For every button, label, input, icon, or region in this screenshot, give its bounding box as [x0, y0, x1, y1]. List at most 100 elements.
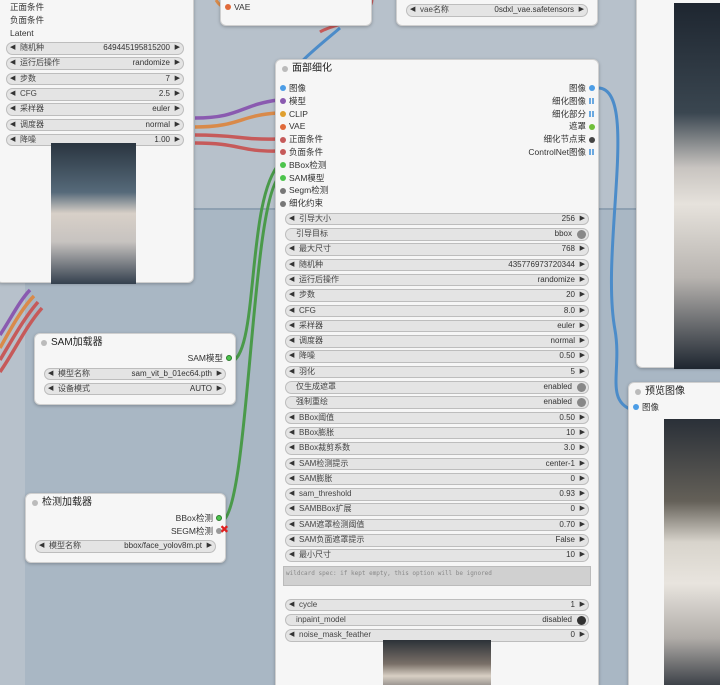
widget-设备模式[interactable]: ◀ 设备模式 AUTO ▶: [44, 382, 226, 396]
widget-采样器[interactable]: ◀ 采样器 euler ▶: [285, 319, 589, 333]
widget-随机种[interactable]: ◀ 随机种 649445195815200 ▶: [6, 42, 184, 55]
decrement-arrow[interactable]: ◀: [10, 89, 15, 100]
widget-最小尺寸[interactable]: ◀ 最小尺寸 10 ▶: [285, 549, 589, 562]
widget-最大尺寸[interactable]: ◀ 最大尺寸 768 ▶: [285, 243, 589, 256]
widget-bbox膨胀[interactable]: ◀ BBox膨胀 10 ▶: [285, 426, 589, 440]
decrement-arrow[interactable]: ◀: [10, 135, 15, 146]
decrement-arrow[interactable]: ◀: [289, 275, 294, 286]
increment-arrow[interactable]: ▶: [580, 459, 585, 470]
increment-arrow[interactable]: ▶: [175, 74, 180, 85]
widget-调度器[interactable]: ◀ 调度器 normal ▶: [285, 335, 589, 348]
collapse-dot[interactable]: [282, 66, 288, 72]
decrement-arrow[interactable]: ◀: [289, 351, 294, 362]
increment-arrow[interactable]: ▶: [175, 120, 180, 131]
decrement-arrow[interactable]: ◀: [289, 504, 294, 515]
widget-调度器[interactable]: ◀ 调度器 normal ▶: [6, 118, 184, 132]
input-slot[interactable]: 正面条件: [276, 133, 436, 146]
decrement-arrow[interactable]: ◀: [289, 535, 294, 546]
decrement-arrow[interactable]: ◀: [289, 413, 294, 424]
increment-arrow[interactable]: ▶: [175, 58, 180, 69]
collapse-dot[interactable]: [32, 500, 38, 506]
node-title[interactable]: 面部细化: [276, 60, 598, 78]
decrement-arrow[interactable]: ◀: [289, 459, 294, 470]
widget-sambbox扩展[interactable]: ◀ SAMBBox扩展 0 ▶: [285, 503, 589, 516]
widget-sam检测提示[interactable]: ◀ SAM检测提示 center-1 ▶: [285, 457, 589, 471]
decrement-arrow[interactable]: ◀: [10, 120, 15, 131]
output-slot[interactable]: 细化图像: [438, 95, 598, 108]
decrement-arrow[interactable]: ◀: [289, 428, 294, 439]
decrement-arrow[interactable]: ◀: [39, 541, 44, 552]
decrement-arrow[interactable]: ◀: [48, 384, 53, 395]
widget-bbox阈值[interactable]: ◀ BBox阈值 0.50 ▶: [285, 411, 589, 425]
widget-采样器[interactable]: ◀ 采样器 euler ▶: [6, 103, 184, 116]
widget-cfg[interactable]: ◀ CFG 2.5 ▶: [6, 88, 184, 101]
input-slot[interactable]: 细化约束: [276, 197, 436, 210]
widget-步数[interactable]: ◀ 步数 7 ▶: [6, 72, 184, 86]
increment-arrow[interactable]: ▶: [580, 275, 585, 286]
increment-arrow[interactable]: ▶: [580, 520, 585, 531]
increment-arrow[interactable]: ▶: [207, 541, 212, 552]
widget-引导大小[interactable]: ◀ 引导大小 256 ▶: [285, 212, 589, 226]
vae-loader-node[interactable]: ◀ vae名称 0sdxl_vae.safetensors ▶: [396, 0, 598, 26]
widget-降噪[interactable]: ◀ 降噪 0.50 ▶: [285, 350, 589, 363]
decrement-arrow[interactable]: ◀: [289, 290, 294, 301]
decrement-arrow[interactable]: ◀: [289, 336, 294, 347]
increment-arrow[interactable]: ▶: [580, 489, 585, 500]
decrement-arrow[interactable]: ◀: [10, 104, 15, 115]
widget-引导目标[interactable]: 引导目标 bbox: [285, 228, 589, 241]
decrement-arrow[interactable]: ◀: [289, 306, 294, 317]
input-slot[interactable]: 模型: [276, 95, 436, 108]
widget-羽化[interactable]: ◀ 羽化 5 ▶: [285, 365, 589, 379]
output-negative[interactable]: 负面条件: [0, 14, 193, 27]
output-slot[interactable]: 细化节点束: [438, 133, 598, 146]
input-slot[interactable]: SAM模型: [276, 172, 436, 185]
increment-arrow[interactable]: ▶: [580, 550, 585, 561]
increment-arrow[interactable]: ▶: [217, 384, 222, 395]
decrement-arrow[interactable]: ◀: [289, 600, 294, 611]
increment-arrow[interactable]: ▶: [580, 336, 585, 347]
node-title[interactable]: 预览图像: [629, 383, 720, 401]
increment-arrow[interactable]: ▶: [580, 474, 585, 485]
decrement-arrow[interactable]: ◀: [289, 244, 294, 255]
output-slot[interactable]: 图像: [438, 82, 598, 95]
decrement-arrow[interactable]: ◀: [289, 520, 294, 531]
node-canvas[interactable]: 正面条件 负面条件 Latent ◀ 随机种 649445195815200 ▶ ◀ 运行…: [0, 0, 720, 685]
face-detailer-node[interactable]: 面部细化 图像 模型 CLIP VAE 正面条件 负面条件 BBox检测 SAM模型 Segm检…: [275, 59, 599, 685]
input-slot[interactable]: Segm检测: [276, 184, 436, 197]
output-slot[interactable]: ControlNet图像: [438, 146, 598, 159]
increment-arrow[interactable]: ▶: [580, 630, 585, 641]
increment-arrow[interactable]: ▶: [580, 306, 585, 317]
output-bbox-detector[interactable]: BBox检测: [26, 512, 225, 525]
widget-sam负面遮罩提示[interactable]: ◀ SAM负面遮罩提示 False ▶: [285, 534, 589, 547]
increment-arrow[interactable]: ▶: [175, 89, 180, 100]
increment-arrow[interactable]: ▶: [580, 260, 585, 271]
widget-模型名称[interactable]: ◀ 模型名称 bbox/face_yolov8m.pt ▶: [35, 540, 216, 553]
increment-arrow[interactable]: ▶: [580, 443, 585, 454]
increment-arrow[interactable]: ▶: [580, 535, 585, 546]
decrement-arrow[interactable]: ◀: [289, 214, 294, 225]
node-title[interactable]: SAM加载器: [35, 334, 235, 352]
decrement-arrow[interactable]: ◀: [410, 5, 415, 16]
input-slot[interactable]: CLIP: [276, 108, 436, 121]
decrement-arrow[interactable]: ◀: [289, 260, 294, 271]
increment-arrow[interactable]: ▶: [217, 369, 222, 380]
decrement-arrow[interactable]: ◀: [289, 443, 294, 454]
decrement-arrow[interactable]: ◀: [289, 630, 294, 641]
output-slot[interactable]: 细化部分: [438, 108, 598, 121]
toggle-knob[interactable]: [577, 398, 586, 408]
increment-arrow[interactable]: ▶: [579, 5, 584, 16]
decrement-arrow[interactable]: ◀: [289, 474, 294, 485]
increment-arrow[interactable]: ▶: [580, 351, 585, 362]
output-slot[interactable]: 遮罩: [438, 120, 598, 133]
widget-sam遮罩检测阈值[interactable]: ◀ SAM遮罩检测阈值 0.70 ▶: [285, 518, 589, 532]
widget-步数[interactable]: ◀ 步数 20 ▶: [285, 289, 589, 302]
ksampler-node[interactable]: 正面条件 负面条件 Latent ◀ 随机种 649445195815200 ▶ ◀ 运行…: [0, 0, 194, 284]
vae-input-node[interactable]: VAE: [220, 0, 372, 26]
increment-arrow[interactable]: ▶: [580, 504, 585, 515]
collapse-dot[interactable]: [635, 389, 641, 395]
widget-模型名称[interactable]: ◀ 模型名称 sam_vit_b_01ec64.pth ▶: [44, 367, 226, 381]
input-vae[interactable]: VAE: [221, 1, 371, 14]
increment-arrow[interactable]: ▶: [580, 290, 585, 301]
increment-arrow[interactable]: ▶: [175, 43, 180, 54]
increment-arrow[interactable]: ▶: [580, 428, 585, 439]
